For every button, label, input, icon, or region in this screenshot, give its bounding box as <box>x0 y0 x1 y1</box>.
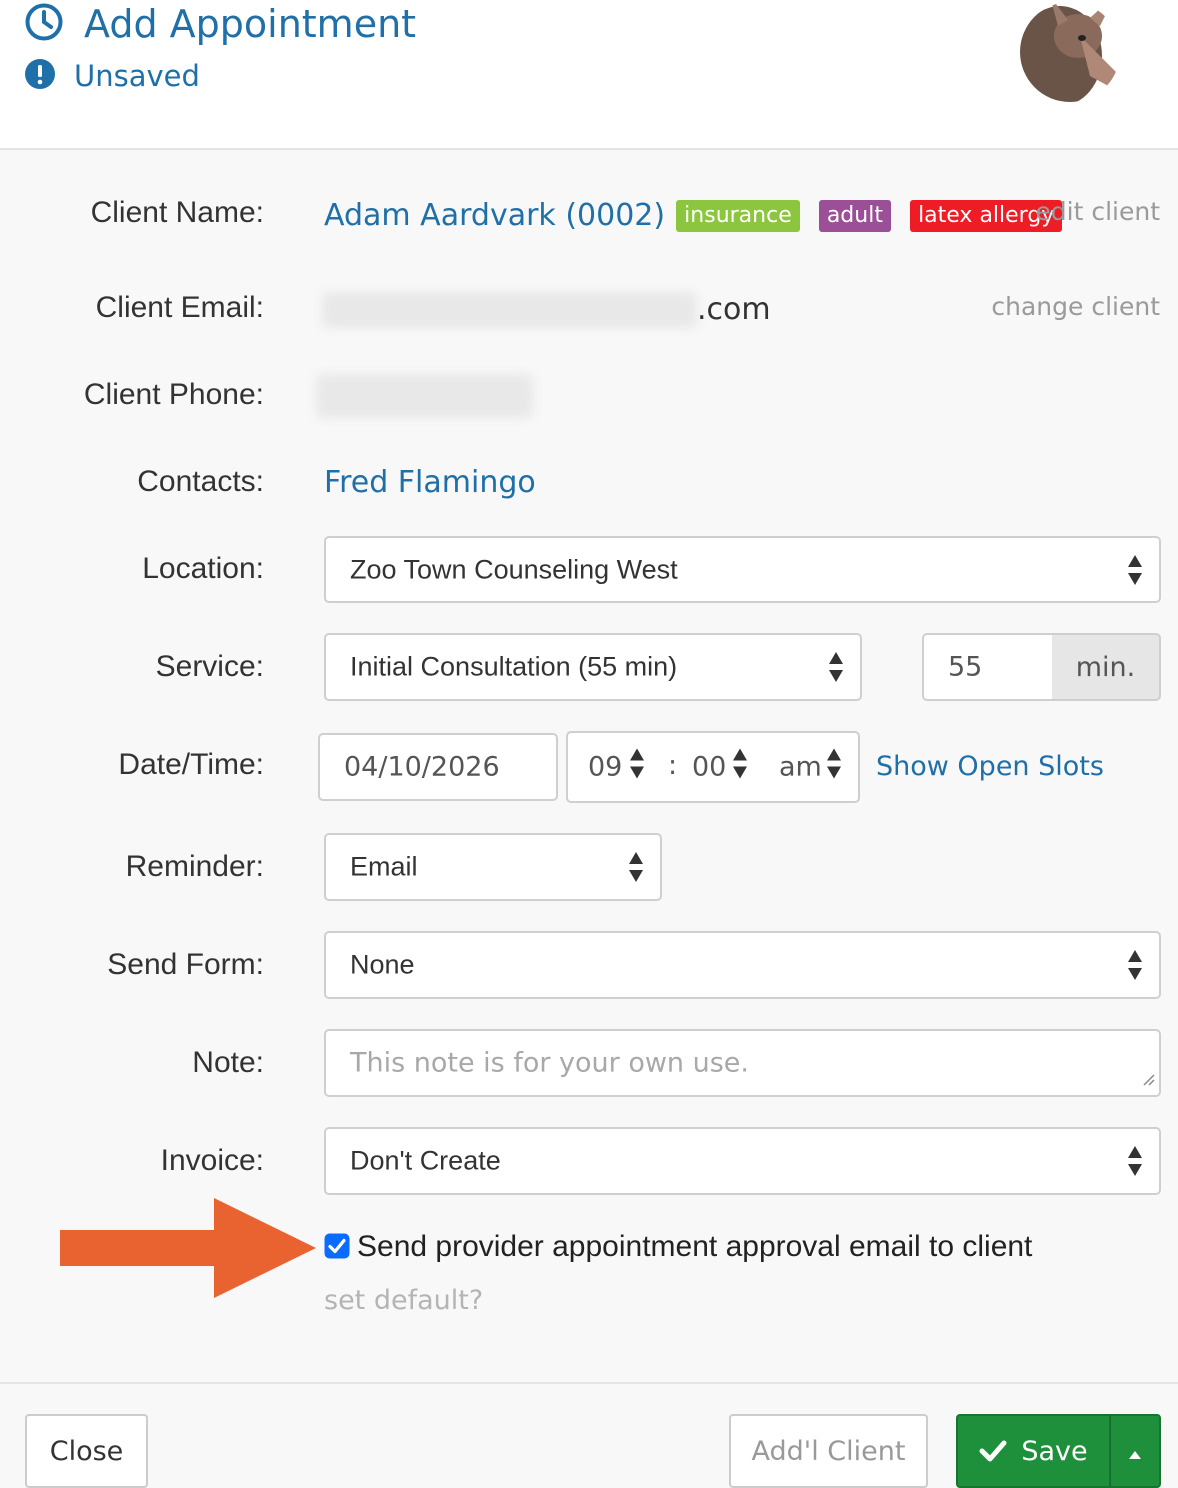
orange-arrow-icon <box>58 1196 320 1304</box>
reminder-select[interactable]: Email <box>324 833 662 901</box>
approval-label[interactable]: Send provider appointment approval email… <box>357 1230 1032 1264</box>
close-button[interactable]: Close <box>25 1414 148 1488</box>
send-form-select[interactable]: None <box>324 931 1161 999</box>
location-select[interactable]: Zoo Town Counseling West <box>324 536 1161 603</box>
status-text: Unsaved <box>74 59 200 93</box>
change-client-link[interactable]: change client <box>991 292 1160 321</box>
client-email-suffix: .com <box>697 292 771 327</box>
invoice-label: Invoice: <box>160 1144 264 1177</box>
save-label: Save <box>1021 1435 1088 1467</box>
aardvark-avatar <box>1020 0 1130 108</box>
hour-spinner-icon[interactable] <box>629 748 645 787</box>
date-value: 04/10/2026 <box>344 751 500 783</box>
save-button[interactable]: Save <box>956 1414 1111 1488</box>
sort-arrows-icon <box>1127 554 1143 586</box>
set-default-link[interactable]: set default? <box>324 1285 483 1316</box>
sort-arrows-icon <box>1127 1145 1143 1177</box>
client-name-row: Adam Aardvark (0002) insurance adult lat… <box>324 198 1063 233</box>
footer-divider <box>0 1382 1178 1384</box>
client-name-label: Client Name: <box>90 196 264 229</box>
duration-value: 55 <box>948 651 983 683</box>
close-label: Close <box>49 1435 124 1467</box>
modal-header: Add Appointment Unsaved <box>0 0 1178 150</box>
reminder-value: Email <box>350 851 418 882</box>
tag-adult: adult <box>818 199 891 232</box>
client-name-link[interactable]: Adam Aardvark (0002) <box>324 198 665 233</box>
note-placeholder: This note is for your own use. <box>350 1047 749 1079</box>
redacted-phone <box>316 374 533 418</box>
contacts-label: Contacts: <box>137 465 264 498</box>
ampm-spinner-icon[interactable] <box>826 748 842 787</box>
title-row: Add Appointment <box>24 2 416 46</box>
sort-arrows-icon <box>1127 949 1143 981</box>
duration-input[interactable]: 55 <box>922 633 1054 701</box>
tag-insurance: insurance <box>676 199 800 232</box>
hour-value[interactable]: 09 <box>588 752 622 783</box>
service-value: Initial Consultation (55 min) <box>350 651 678 682</box>
redacted-email <box>322 292 697 328</box>
send-form-value: None <box>350 949 415 980</box>
datetime-label: Date/Time: <box>118 748 264 781</box>
caret-up-icon <box>1128 1436 1142 1467</box>
page-title: Add Appointment <box>84 2 417 46</box>
sort-arrows-icon <box>828 651 844 683</box>
client-phone-label: Client Phone: <box>83 378 264 411</box>
service-select[interactable]: Initial Consultation (55 min) <box>324 633 862 701</box>
resize-handle-icon[interactable] <box>1141 1062 1155 1093</box>
duration-unit: min. <box>1052 633 1161 701</box>
client-email-label: Client Email: <box>95 291 264 324</box>
service-label: Service: <box>155 650 264 683</box>
minute-value[interactable]: 00 <box>692 752 726 783</box>
note-textarea[interactable]: This note is for your own use. <box>324 1029 1161 1097</box>
time-separator: : <box>668 749 678 781</box>
minute-spinner-icon[interactable] <box>732 748 748 787</box>
save-options-dropdown[interactable] <box>1110 1414 1161 1488</box>
exclamation-circle-icon <box>24 58 56 94</box>
contact-link[interactable]: Fred Flamingo <box>324 465 536 500</box>
show-open-slots-link[interactable]: Show Open Slots <box>876 751 1104 782</box>
location-value: Zoo Town Counseling West <box>350 554 678 584</box>
note-label: Note: <box>192 1046 264 1079</box>
time-picker: 09 : 00 am <box>566 731 860 803</box>
invoice-value: Don't Create <box>350 1145 501 1176</box>
send-form-label: Send Form: <box>107 948 264 981</box>
invoice-select[interactable]: Don't Create <box>324 1127 1161 1195</box>
edit-client-link[interactable]: edit client <box>1035 197 1160 226</box>
clock-icon <box>24 2 64 46</box>
ampm-value[interactable]: am <box>779 752 822 783</box>
approval-checkbox[interactable] <box>324 1233 350 1263</box>
location-label: Location: <box>142 552 264 585</box>
date-input[interactable]: 04/10/2026 <box>318 733 558 801</box>
addl-client-label: Add'l Client <box>751 1435 906 1467</box>
save-status: Unsaved <box>24 58 200 94</box>
check-icon <box>979 1440 1007 1462</box>
reminder-label: Reminder: <box>125 850 264 883</box>
addl-client-button[interactable]: Add'l Client <box>729 1414 928 1488</box>
sort-arrows-icon <box>628 851 644 883</box>
